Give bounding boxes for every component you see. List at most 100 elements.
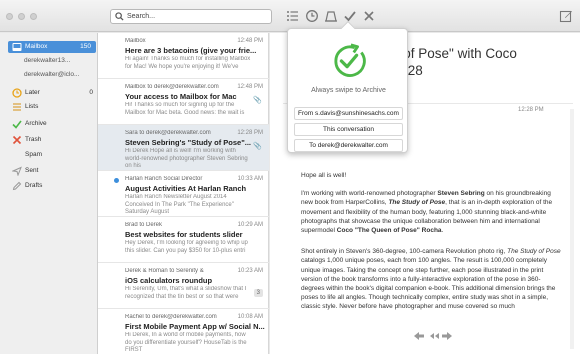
clock-icon[interactable] <box>305 9 319 23</box>
zoom-window-button[interactable] <box>30 13 37 20</box>
message-list: Mailbox 12:48 PM Here are 3 betacoins (g… <box>98 33 269 354</box>
sidebar-item-label: Lists <box>25 103 39 110</box>
sidebar-item-sent[interactable]: Sent <box>0 165 98 177</box>
reply-all-icon <box>430 333 439 339</box>
message-subject: Steven Sebring's "Study of Pose"... <box>125 138 252 147</box>
compose-icon[interactable] <box>559 9 573 23</box>
body-text-bold: Coco "The Queen of Pose" Rocha <box>336 227 442 235</box>
forward-icon <box>442 332 452 340</box>
sidebar-item-label: Drafts <box>25 182 43 189</box>
message-subject: First Mobile Payment App w/ Social N... <box>125 322 265 331</box>
sidebar-item-spam[interactable]: Spam <box>0 149 98 161</box>
message-subject: Your access to Mailbox for Mac <box>125 92 237 101</box>
greeting: Hope all is well! <box>301 172 347 179</box>
list-item-selected[interactable]: Sara to derek@derekwalter.com 12:28 PM S… <box>98 125 269 171</box>
sidebar-item-archive[interactable]: Archive <box>0 118 98 130</box>
reply-icon <box>414 332 424 340</box>
message-from: Harlan Ranch Social Director <box>125 176 203 182</box>
sent-icon <box>12 166 22 176</box>
search-icon <box>115 12 124 21</box>
unread-count: 150 <box>80 43 91 50</box>
body-paragraph: Shot entirely in Steven's 360-degree, 10… <box>301 247 563 311</box>
archive-check-icon[interactable] <box>343 9 357 23</box>
body-text-italic: The Study of Pose <box>507 248 561 256</box>
scrollbar[interactable] <box>570 109 574 349</box>
body-text: catalogs 1,000 unique poses, each from 1… <box>301 257 556 311</box>
popover-heading: Always swipe to Archive <box>311 87 386 94</box>
always-archive-from-sender-button[interactable]: From s.davis@sunshinesachs.com <box>294 107 403 120</box>
body-text: Shot entirely in Steven's 360-degree, 10… <box>301 248 508 256</box>
message-from: Mailbox to derek@derekwalter.com <box>125 84 219 90</box>
message-preview: Hi! Thanks so much for signing up for th… <box>125 102 245 116</box>
sidebar-item-drafts[interactable]: Drafts <box>0 180 98 192</box>
list-item[interactable]: Rachel to derek@derekwalter.com 10:08 AM… <box>98 309 269 354</box>
list-item[interactable]: Derek & Roman to Serenity & 10:23 AM iOS… <box>98 263 269 309</box>
thread-count-badge: 3 <box>253 289 263 297</box>
body-text: I'm working with world-renowned photogra… <box>301 190 438 198</box>
always-archive-to-recipient-button[interactable]: To derek@derekwalter.com <box>294 139 403 152</box>
sidebar-item-account-2[interactable]: derekwalter@iclo... <box>0 69 98 81</box>
message-preview: Hi again! Thanks so much for installing … <box>125 56 251 70</box>
message-preview: Hi Derek Hope all is well! I'm working w… <box>125 148 248 169</box>
close-icon[interactable] <box>362 9 376 23</box>
attachment-icon: 📎 <box>253 143 262 150</box>
message-time: 12:28 PM <box>237 130 263 136</box>
message-preview: Harlan Ranch Newsletter August 2014 Conc… <box>125 194 234 215</box>
message-time: 10:29 AM <box>237 222 263 228</box>
reply-actions[interactable] <box>410 331 470 341</box>
list-item[interactable]: Brad to Derek 10:29 AM Best websites for… <box>98 217 269 263</box>
close-window-button[interactable] <box>6 13 13 20</box>
list-item[interactable]: Mailbox to derek@derekwalter.com 12:48 P… <box>98 79 269 125</box>
message-preview: Hi Derek, In a world of mobile payments,… <box>125 332 247 353</box>
sidebar-item-label: Mailbox <box>25 43 48 50</box>
sidebar-item-label: Trash <box>25 136 42 143</box>
sidebar: Mailbox 150 derekwalter13... derekwalter… <box>0 33 98 354</box>
message-subject: Best websites for students slider <box>125 230 243 239</box>
sidebar-item-later[interactable]: Later 0 <box>0 87 98 99</box>
message-from: Brad to Derek <box>125 222 163 228</box>
message-preview: Hey Derek, I'm looking for agreeing to w… <box>125 240 248 254</box>
message-subject: iOS calculators roundup <box>125 276 213 285</box>
message-time: 10:08 AM <box>237 314 263 320</box>
message-time: 12:28 PM <box>518 107 544 113</box>
sidebar-item-mailbox[interactable]: Mailbox 150 <box>8 41 96 53</box>
trash-x-icon <box>12 135 22 145</box>
message-time: 10:23 AM <box>237 268 263 274</box>
body-text: . <box>441 227 444 235</box>
inbox-icon <box>12 43 22 51</box>
search-input[interactable]: Search... <box>110 9 272 24</box>
list-icon <box>13 103 21 111</box>
message-time: 10:33 AM <box>237 176 263 182</box>
sidebar-item-label: derekwalter@iclo... <box>24 71 80 78</box>
later-count: 0 <box>89 89 93 96</box>
sidebar-item-label: derekwalter13... <box>24 57 71 64</box>
list-icon[interactable] <box>286 9 300 23</box>
message-from: Derek & Roman to Serenity & <box>125 268 204 274</box>
attachment-icon: 📎 <box>253 97 262 104</box>
unread-dot <box>114 178 119 183</box>
message-subject: Here are 3 betacoins (give your frie... <box>125 46 257 55</box>
search-placeholder: Search... <box>127 13 156 20</box>
body-paragraph: I'm working with world-renowned photogra… <box>301 189 563 235</box>
sidebar-item-account-1[interactable]: derekwalter13... <box>0 55 98 67</box>
check-icon <box>12 120 22 129</box>
message-from: Rachel to derek@derekwalter.com <box>125 314 217 320</box>
sidebar-item-label: Archive <box>25 120 47 127</box>
trash-icon[interactable] <box>324 9 338 23</box>
message-time: 12:48 PM <box>237 38 263 44</box>
clock-icon <box>12 88 22 98</box>
minimize-window-button[interactable] <box>18 13 25 20</box>
drafts-icon <box>12 181 22 191</box>
sidebar-item-lists[interactable]: Lists <box>0 101 98 113</box>
list-item[interactable]: Mailbox 12:48 PM Here are 3 betacoins (g… <box>98 33 269 79</box>
sidebar-item-trash[interactable]: Trash <box>0 134 98 146</box>
message-body: Hope all is well! I'm working with world… <box>301 171 563 321</box>
sidebar-item-label: Later <box>25 89 40 96</box>
body-text-bold: Steven Sebring <box>437 190 485 198</box>
always-archive-popover: Always swipe to Archive From s.davis@sun… <box>287 20 408 153</box>
message-preview: Hi Serenity, Um, that's what a slideshow… <box>125 286 247 300</box>
message-from: Mailbox <box>125 38 146 44</box>
sidebar-item-label: Spam <box>25 151 42 158</box>
always-archive-conversation-button[interactable]: This conversation <box>294 123 403 136</box>
list-item[interactable]: Harlan Ranch Social Director 10:33 AM Au… <box>98 171 269 217</box>
